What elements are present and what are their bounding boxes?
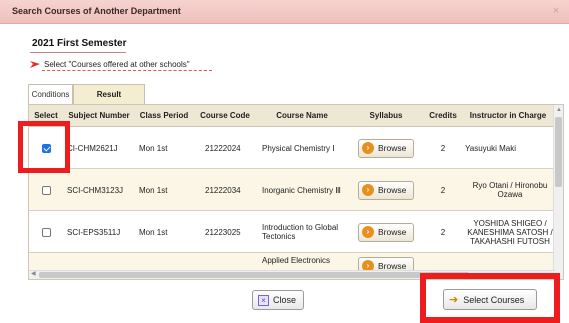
course-code: 21223025 — [205, 227, 241, 237]
course-code: 21222024 — [205, 143, 241, 153]
col-class-period: Class Period — [139, 111, 189, 120]
course-name: Inorganic Chemistry Ⅲ — [262, 185, 341, 195]
subject-number: SCI-EPS3511J — [67, 227, 121, 237]
checkbox-highlight-annotation — [18, 121, 70, 173]
search-courses-dialog: Search Courses of Another Department × 2… — [0, 0, 569, 323]
col-credits: Credits — [429, 111, 457, 120]
semester-heading: 2021 First Semester — [32, 38, 127, 49]
chevron-right-icon: › — [362, 142, 374, 154]
course-code: 21222034 — [205, 185, 241, 195]
chevron-right-icon: › — [362, 226, 374, 238]
scroll-up-icon[interactable]: ▲ — [556, 107, 562, 113]
select-button-highlight-annotation — [420, 273, 560, 323]
table-header: Select Subject Number Class Period Cours… — [29, 105, 555, 127]
dialog-close-icon[interactable]: × — [549, 4, 563, 18]
semester-divider — [30, 52, 126, 53]
col-syllabus: Syllabus — [369, 111, 403, 120]
close-button-label: Close — [273, 295, 297, 305]
col-subject-number: Subject Number — [68, 111, 130, 120]
chevron-right-icon: › — [362, 184, 374, 196]
scroll-left-icon[interactable]: ◀ — [31, 270, 36, 277]
table-row: CI-CHM2621J Mon 1st 21222024 Physical Ch… — [29, 127, 555, 169]
tab-result[interactable]: Result — [73, 84, 145, 104]
instruction-underline — [42, 70, 212, 71]
instruction-text: Select "Courses offered at other schools… — [44, 60, 190, 69]
dialog-titlebar: Search Courses of Another Department × — [0, 0, 569, 24]
browse-syllabus-button[interactable]: › Browse — [358, 180, 414, 200]
col-course-code: Course Code — [200, 111, 250, 120]
scrollbar-thumb[interactable] — [555, 117, 562, 187]
course-name: Physical Chemistry Ⅰ — [262, 143, 335, 153]
instructor: Yasuyuki Maki — [465, 143, 516, 153]
class-period: Mon 1st — [139, 143, 168, 153]
tab-conditions[interactable]: Conditions — [28, 84, 73, 104]
col-instructor: Instructor in Charge — [469, 111, 547, 120]
instructor: YOSHIDA SHIGEO / KANESHIMA SATOSH / TAKA… — [467, 218, 553, 246]
select-checkbox[interactable] — [41, 227, 51, 237]
credits: 2 — [440, 227, 446, 237]
vertical-scrollbar[interactable]: ▲ — [553, 105, 563, 279]
subject-number: SCI-CHM3123J — [67, 185, 124, 195]
class-period: Mon 1st — [139, 185, 168, 195]
class-period: Mon 1st — [139, 227, 168, 237]
browse-syllabus-button[interactable]: › Browse — [358, 222, 414, 242]
pointer-arrow-icon — [30, 61, 40, 68]
scrollbar-thumb[interactable] — [39, 272, 469, 278]
instructor: Ryo Otani / Hironobu Ozawa — [472, 181, 548, 199]
select-checkbox[interactable] — [41, 185, 51, 195]
dialog-title: Search Courses of Another Department — [12, 6, 181, 16]
close-button[interactable]: × Close — [252, 290, 304, 310]
credits: 2 — [440, 143, 446, 153]
close-icon: × — [258, 294, 269, 306]
browse-syllabus-button[interactable]: › Browse — [358, 138, 414, 158]
col-course-name: Course Name — [276, 111, 328, 120]
table-row: SCI-CHM3123J Mon 1st 21222034 Inorganic … — [29, 169, 555, 211]
results-table: Select Subject Number Class Period Cours… — [28, 104, 564, 280]
subject-number: CI-CHM2621J — [67, 143, 118, 153]
credits: 2 — [440, 185, 446, 195]
